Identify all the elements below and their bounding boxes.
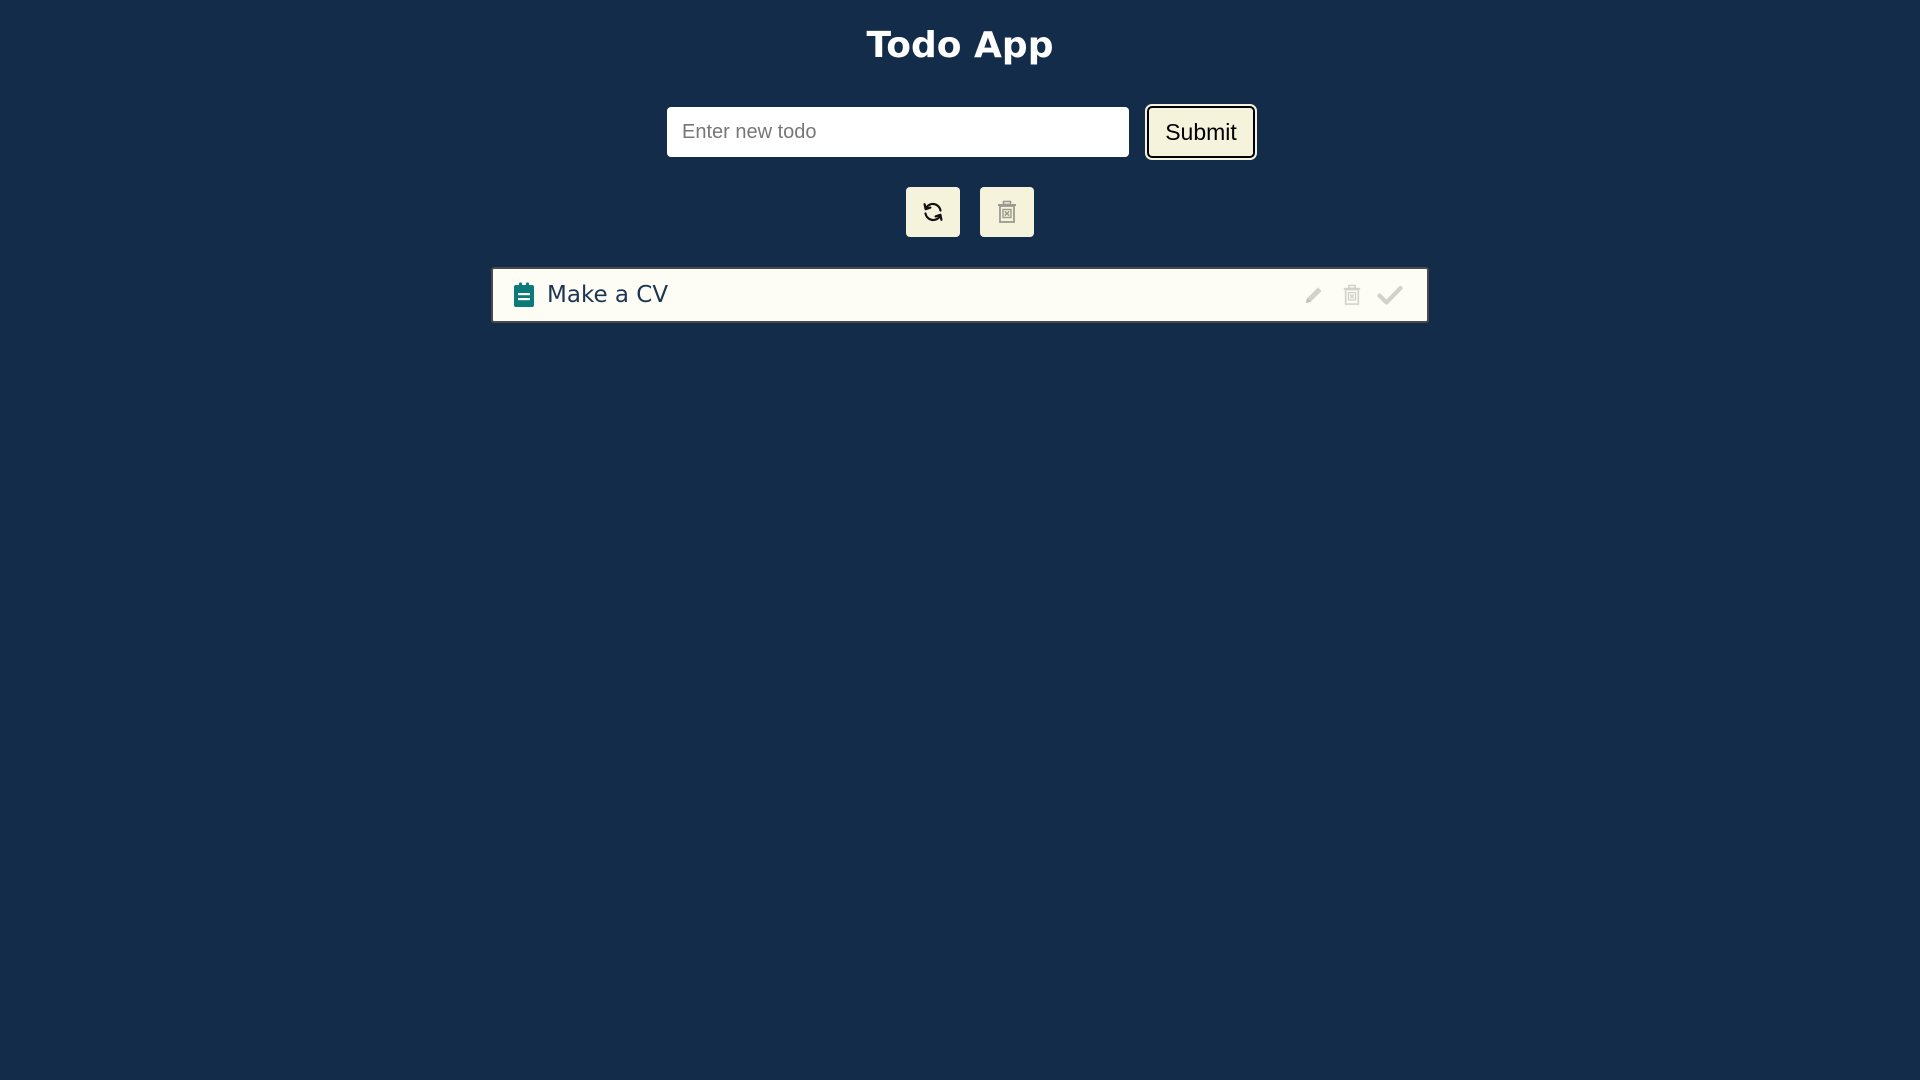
new-todo-input[interactable]	[667, 107, 1129, 157]
todo-item-text: Make a CV	[547, 282, 669, 308]
clear-all-button[interactable]	[980, 187, 1034, 237]
delete-todo-button[interactable]	[1339, 283, 1365, 307]
page-title: Todo App	[866, 25, 1054, 66]
check-icon	[1377, 285, 1403, 305]
submit-button[interactable]: Submit	[1145, 104, 1257, 160]
trash-x-icon	[998, 200, 1016, 223]
edit-todo-button[interactable]	[1301, 283, 1327, 307]
trash-x-icon	[1343, 284, 1361, 305]
refresh-button[interactable]	[906, 187, 960, 237]
pencil-icon	[1306, 287, 1322, 303]
clipboard-icon	[514, 282, 534, 307]
complete-todo-button[interactable]	[1377, 283, 1403, 307]
todo-item[interactable]: Make a CV	[491, 267, 1429, 323]
refresh-icon	[923, 202, 943, 222]
